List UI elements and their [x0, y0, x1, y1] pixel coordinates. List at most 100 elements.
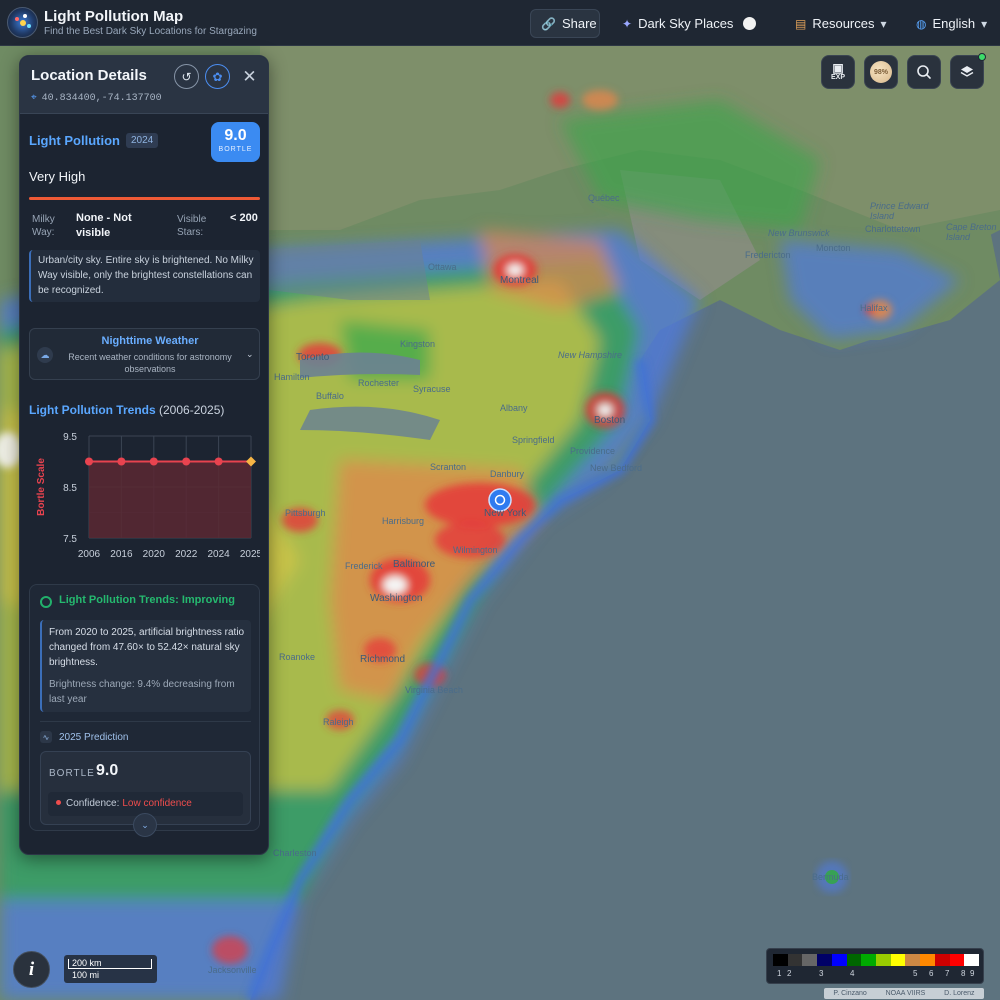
- chart-x-tick-label: 2022: [175, 549, 198, 560]
- dark-sky-places-label: Dark Sky Places: [638, 16, 734, 31]
- legend-number: 4: [850, 969, 855, 978]
- search-button[interactable]: [907, 55, 941, 89]
- galaxy-icon: ✦: [622, 16, 633, 31]
- cloud-icon: ☁: [37, 347, 53, 363]
- books-icon: ▤: [795, 16, 807, 31]
- pollution-level-bar: [29, 197, 260, 200]
- coordinates-value: 40.834400,-74.137700: [41, 92, 162, 104]
- butterfly-icon: ✿: [212, 69, 223, 84]
- chart-x-tick-label: 2025: [240, 549, 260, 560]
- map-label-raleigh: Raleigh: [323, 717, 354, 727]
- legend-number: 2: [787, 969, 792, 978]
- map-label-pittsburgh: Pittsburgh: [285, 508, 326, 518]
- brightness-change-text: Brightness change: 9.4% decreasing from …: [49, 679, 235, 705]
- map-label-toronto: Toronto: [296, 352, 330, 363]
- camera-icon: ▣: [832, 61, 844, 75]
- app-logo-icon[interactable]: [7, 7, 38, 38]
- trend-status-card: Light Pollution Trends: Improving From 2…: [29, 584, 260, 831]
- map-label-buffalo: Buffalo: [316, 391, 344, 401]
- legend-swatch: [831, 954, 847, 966]
- map-label-wilmington: Wilmington: [453, 545, 498, 555]
- map-label-albany: Albany: [500, 403, 528, 413]
- credit-item: P. Cinzano: [833, 990, 867, 997]
- weather-title: Nighttime Weather: [101, 335, 199, 347]
- map-label-new-brunswick: New Brunswick: [768, 228, 830, 238]
- scale-bar: 200 km 100 mi: [64, 955, 157, 983]
- map-label-danbury: Danbury: [490, 469, 525, 479]
- legend-color-bar: [773, 954, 980, 966]
- map-label-richmond: Richmond: [360, 654, 406, 665]
- map-label-bermuda: Bermuda: [812, 872, 849, 882]
- app-subtitle: Find the Best Dark Sky Locations for Sta…: [44, 26, 257, 37]
- close-icon: ✕: [242, 66, 257, 86]
- trend-chart: 9.5 8.5 7.5 2006 2016 2020 2022 2024 2025 Bortl…: [36, 432, 260, 560]
- legend-swatch: [846, 954, 862, 966]
- legend-swatch: [949, 954, 965, 966]
- chevron-down-icon: ⌄: [246, 349, 254, 359]
- trend-status-text: From 2020 to 2025, artificial brightness…: [40, 620, 251, 712]
- resources-menu[interactable]: ▤ Resources ▾: [785, 9, 895, 38]
- export-button[interactable]: ▣ EXP: [821, 55, 855, 89]
- map-label-fredericton: Fredericton: [745, 250, 791, 260]
- map-label-providence: Providence: [570, 446, 616, 456]
- toggle-switch-icon[interactable]: [743, 17, 757, 30]
- data-year-badge: 2024: [126, 133, 159, 148]
- top-bar: Light Pollution Map Find the Best Dark S…: [0, 0, 1000, 46]
- language-menu[interactable]: ◍ English ▾: [906, 9, 996, 38]
- panel-title: Location Details: [31, 67, 147, 84]
- chevron-down-icon: ⌄: [141, 819, 149, 830]
- legend-swatch: [934, 954, 950, 966]
- moon-phase-button[interactable]: 98%: [864, 55, 898, 89]
- nighttime-weather-expander[interactable]: ☁ Nighttime Weather Recent weather condi…: [29, 328, 260, 380]
- map-label-moncton: Moncton: [816, 243, 851, 253]
- history-button[interactable]: ↺: [174, 64, 199, 89]
- trend-status-title: Light Pollution Trends: Improving: [59, 594, 235, 606]
- bluesky-share-button[interactable]: ✿: [205, 64, 230, 89]
- map-label-new-bedford: New Bedford: [590, 463, 643, 473]
- trends-title: Light Pollution Trends (2006-2025): [29, 403, 224, 417]
- dark-sky-places-toggle[interactable]: ✦ Dark Sky Places: [612, 9, 768, 38]
- map-label-ottawa: Ottawa: [428, 262, 457, 272]
- bortle-value: 9.0: [224, 127, 247, 144]
- map-label-syracuse: Syracuse: [413, 384, 451, 394]
- share-button[interactable]: 🔗 Share: [530, 9, 600, 38]
- map-label-pei: Prince Edward Island: [870, 201, 929, 221]
- map-label-montreal: Montreal: [500, 275, 539, 286]
- moon-phase-value: 98%: [873, 68, 888, 76]
- credit-item: D. Lorenz: [944, 990, 975, 997]
- layers-button[interactable]: [950, 53, 986, 89]
- milky-way-value: None - Not visible: [76, 212, 132, 239]
- map-label-new-hampshire: New Hampshire: [558, 350, 623, 360]
- map-label-new-york: New York: [484, 508, 527, 519]
- light-pollution-heading: Light Pollution: [29, 133, 120, 148]
- map-label-cape-breton: Cape Breton Island: [946, 222, 997, 242]
- map-label-jacksonville: Jacksonville: [208, 965, 257, 975]
- chart-point: [149, 457, 158, 466]
- legend-swatch: [817, 954, 832, 966]
- legend-swatch: [920, 954, 935, 966]
- map-label-charleston: Charleston: [273, 848, 317, 858]
- history-icon: ↺: [181, 69, 192, 84]
- map-label-baltimore: Baltimore: [393, 559, 436, 570]
- legend-number: 7: [945, 969, 950, 978]
- map-label-kingston: Kingston: [400, 339, 436, 349]
- expand-panel-button[interactable]: ⌄: [133, 813, 157, 837]
- location-pin-icon: ⌖: [31, 93, 37, 104]
- chart-point: [182, 457, 191, 466]
- map-label-scranton: Scranton: [430, 462, 467, 472]
- legend-swatch: [964, 954, 980, 966]
- info-button[interactable]: i: [13, 951, 50, 988]
- visible-stars-label: Visible Stars:: [177, 214, 207, 238]
- resources-label: Resources: [812, 16, 875, 31]
- legend-swatch: [905, 954, 921, 966]
- prediction-value: 9.0: [96, 762, 119, 779]
- map-label-virginia-beach: Virginia Beach: [405, 685, 463, 695]
- weather-subtitle: Recent weather conditions for astronomy …: [68, 352, 232, 374]
- close-panel-button[interactable]: ✕: [237, 64, 262, 89]
- confidence-label: Confidence:: [66, 798, 120, 809]
- bortle-label: BORTLE: [218, 146, 253, 153]
- map-label-quebec: Québec: [588, 193, 620, 203]
- legend-swatch: [802, 954, 818, 966]
- legend-swatch: [876, 954, 891, 966]
- map-label-charlottetown: Charlottetown: [865, 224, 921, 234]
